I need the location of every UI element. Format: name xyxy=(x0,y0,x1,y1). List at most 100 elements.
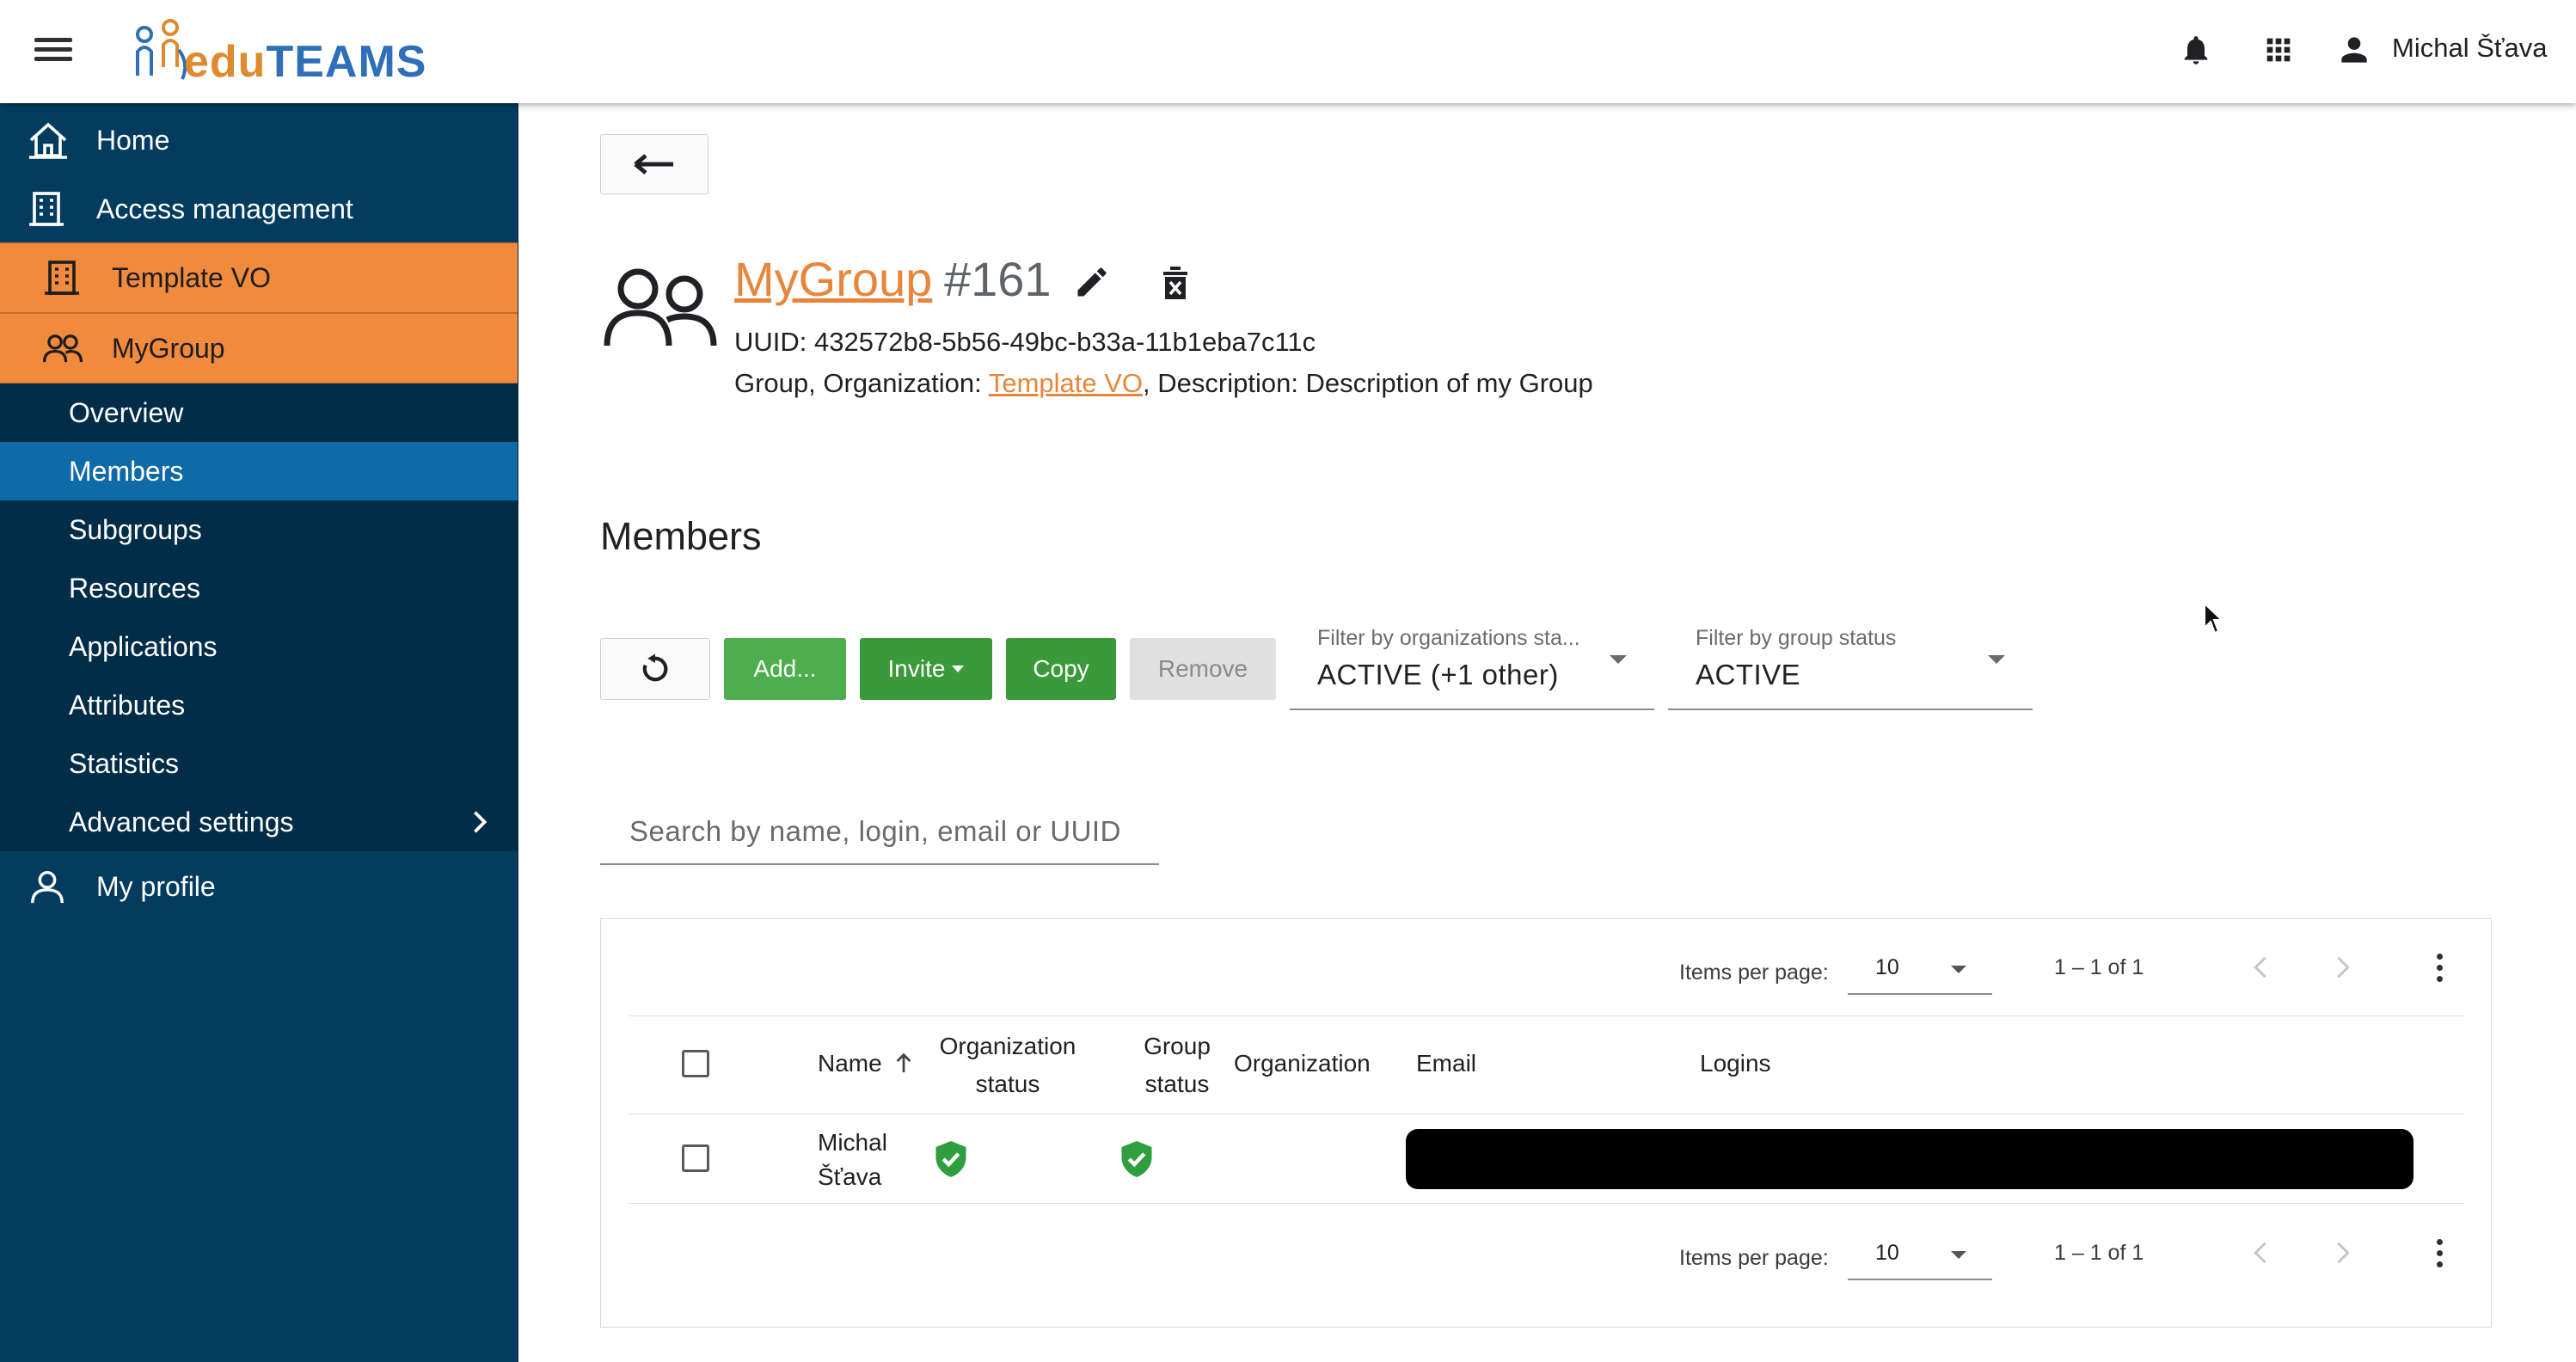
info-suffix: , Description: Description of my Group xyxy=(1143,368,1593,398)
info-prefix: Group, Organization: xyxy=(734,368,989,398)
organization-link[interactable]: Template VO xyxy=(989,368,1143,398)
refresh-icon xyxy=(642,653,668,682)
refresh-button[interactable] xyxy=(600,638,710,700)
items-per-page-value: 10 xyxy=(1875,955,1899,979)
items-per-page-label: Items per page: xyxy=(1679,960,1829,985)
sidebar-item-template-vo[interactable]: Template VO xyxy=(0,242,518,313)
bell-icon[interactable] xyxy=(2172,26,2220,74)
next-page-icon[interactable] xyxy=(2326,1236,2360,1270)
delete-icon[interactable] xyxy=(1161,263,1190,305)
sidebar-item-my-profile[interactable]: My profile xyxy=(0,853,518,920)
mouse-cursor-icon xyxy=(2204,602,2224,635)
items-per-page-select[interactable]: 10 xyxy=(1848,1230,1992,1280)
sidebar-item-overview[interactable]: Overview xyxy=(0,383,518,442)
caret-down-icon xyxy=(952,666,965,672)
organization-status-filter[interactable]: Filter by organizations sta... ACTIVE (+… xyxy=(1290,624,1654,710)
group-name-link[interactable]: MyGroup xyxy=(734,251,932,307)
select-all-checkbox[interactable] xyxy=(682,1050,709,1077)
more-options-icon[interactable] xyxy=(2422,1229,2456,1277)
sidebar-item-label: Resources xyxy=(69,572,200,604)
column-header-name[interactable]: Name xyxy=(818,1045,912,1083)
sidebar-item-label: Statistics xyxy=(69,747,180,779)
sidebar-item-label: Applications xyxy=(69,630,218,662)
sidebar-item-label: Template VO xyxy=(112,261,271,293)
home-icon xyxy=(26,120,71,161)
sidebar-item-resources[interactable]: Resources xyxy=(0,559,518,617)
previous-page-icon[interactable] xyxy=(2243,950,2278,985)
sidebar-item-label: My profile xyxy=(96,870,216,902)
items-per-page-value: 10 xyxy=(1875,1241,1899,1265)
add-button[interactable]: Add... xyxy=(724,638,846,700)
column-header-logins[interactable]: Logins xyxy=(1700,1045,1771,1083)
member-name[interactable]: Michal Šťava xyxy=(818,1126,887,1194)
column-header-group-status[interactable]: Group status xyxy=(1125,1028,1229,1103)
group-id: #161 xyxy=(944,252,1052,306)
sidebar-item-applications[interactable]: Applications xyxy=(0,617,518,676)
search-input[interactable] xyxy=(628,812,1147,851)
column-label: Group xyxy=(1144,1033,1211,1059)
sidebar-item-label: Access management xyxy=(96,193,353,224)
add-button-label: Add... xyxy=(753,655,817,682)
members-heading: Members xyxy=(600,514,762,558)
filter-label: Filter by group status xyxy=(1696,626,1897,650)
building-icon xyxy=(26,188,67,230)
filter-label: Filter by organizations sta... xyxy=(1317,626,1580,650)
logo-text: eduTEAMS xyxy=(184,37,427,87)
column-label: status xyxy=(1144,1071,1210,1097)
sidebar-item-label: Subgroups xyxy=(69,513,202,545)
building-icon xyxy=(41,257,83,298)
remove-button-label: Remove xyxy=(1157,655,1248,682)
sidebar-item-statistics[interactable]: Statistics xyxy=(0,734,518,793)
sidebar-item-advanced-settings[interactable]: Advanced settings xyxy=(0,793,518,851)
user-name[interactable]: Michal Šťava xyxy=(2392,33,2547,64)
sidebar-item-home[interactable]: Home xyxy=(0,107,518,174)
divider xyxy=(629,1015,2464,1016)
sidebar-item-access-management[interactable]: Access management xyxy=(0,175,518,242)
redacted-email-logins xyxy=(1406,1129,2413,1189)
sidebar-item-label: Home xyxy=(96,124,170,156)
dropdown-arrow-icon xyxy=(1610,655,1627,664)
previous-page-icon[interactable] xyxy=(2243,1236,2278,1270)
remove-button[interactable]: Remove xyxy=(1130,638,1276,700)
copy-button[interactable]: Copy xyxy=(1006,638,1116,700)
verified-shield-icon xyxy=(1119,1139,1155,1183)
sidebar-item-label: Members xyxy=(69,455,184,487)
dropdown-arrow-icon xyxy=(1951,966,1966,973)
sidebar-item-subgroups[interactable]: Subgroups xyxy=(0,500,518,559)
pager-range: 1 – 1 of 1 xyxy=(2054,955,2144,979)
filter-value: ACTIVE (+1 other) xyxy=(1317,659,1559,690)
more-options-icon[interactable] xyxy=(2422,943,2456,991)
divider xyxy=(629,1203,2464,1204)
next-page-icon[interactable] xyxy=(2326,950,2360,985)
column-header-organization-status[interactable]: Organization status xyxy=(935,1028,1081,1103)
dropdown-arrow-icon xyxy=(1988,655,2005,664)
menu-icon[interactable] xyxy=(34,33,72,71)
group-icon xyxy=(41,329,84,367)
column-header-email[interactable]: Email xyxy=(1416,1045,1476,1083)
sidebar-item-members[interactable]: Members xyxy=(0,442,518,500)
person-icon xyxy=(28,866,67,907)
items-per-page-label: Items per page: xyxy=(1679,1246,1829,1270)
sidebar-item-mygroup[interactable]: MyGroup xyxy=(0,313,518,383)
items-per-page-select[interactable]: 10 xyxy=(1848,945,1992,995)
sidebar-item-label: Overview xyxy=(69,396,184,428)
back-button[interactable] xyxy=(600,134,708,194)
top-bar: eduTEAMS Michal Šťava xyxy=(0,0,2576,103)
user-icon[interactable] xyxy=(2330,26,2378,74)
column-header-organization[interactable]: Organization xyxy=(1234,1045,1371,1083)
sidebar: Home Access management Template VO MyGro… xyxy=(0,103,518,1362)
row-checkbox[interactable] xyxy=(682,1144,709,1172)
apps-grid-icon[interactable] xyxy=(2254,26,2303,74)
member-last-name: Šťava xyxy=(818,1163,882,1190)
group-icon xyxy=(602,265,719,353)
sidebar-item-label: Attributes xyxy=(69,689,186,721)
verified-shield-icon xyxy=(933,1139,969,1183)
edit-icon[interactable] xyxy=(1073,263,1111,305)
sort-ascending-icon xyxy=(897,1052,911,1073)
sidebar-item-attributes[interactable]: Attributes xyxy=(0,676,518,734)
group-status-filter[interactable]: Filter by group status ACTIVE xyxy=(1668,624,2033,710)
logo[interactable]: eduTEAMS xyxy=(127,12,454,91)
invite-button[interactable]: Invite xyxy=(860,638,992,700)
search-field xyxy=(600,803,1159,865)
member-first-name: Michal xyxy=(818,1129,887,1156)
